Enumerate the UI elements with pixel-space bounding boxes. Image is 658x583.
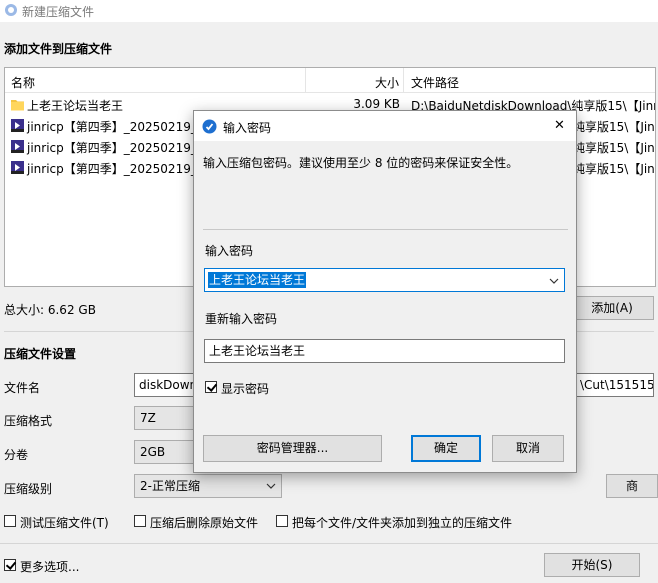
test-archive-checkbox[interactable]	[4, 515, 16, 527]
app-logo-icon	[202, 119, 217, 134]
password-selected-text: 上老王论坛当老王	[208, 272, 307, 288]
mp4-video-icon	[11, 119, 24, 132]
reenter-password-input[interactable]: 上老王论坛当老王	[204, 339, 565, 363]
format-select[interactable]: 7Z	[134, 406, 194, 430]
show-password-checkbox[interactable]	[205, 381, 217, 393]
separate-archives-label: 把每个文件/文件夹添加到独立的压缩文件	[292, 516, 513, 530]
split-label: 分卷	[4, 448, 29, 462]
dialog-message: 输入压缩包密码。建议使用至少 8 位的密码来保证安全性。	[203, 156, 519, 170]
password-combo[interactable]: 上老王论坛当老王	[204, 268, 565, 292]
filename-label: 文件名	[4, 381, 41, 395]
main-title-bar: 新建压缩文件	[0, 0, 658, 22]
more-options-checkbox[interactable]	[4, 559, 16, 571]
password-manager-button[interactable]: 密码管理器...	[203, 435, 382, 462]
close-icon[interactable]: ✕	[554, 118, 565, 133]
file-list-header: 名称 大小 文件路径	[5, 68, 655, 93]
level-select[interactable]: 2-正常压缩	[134, 474, 282, 498]
cancel-button[interactable]: 取消	[492, 435, 564, 462]
show-password-label: 显示密码	[221, 382, 270, 396]
folder-icon	[11, 100, 24, 111]
format-label: 压缩格式	[4, 414, 53, 428]
reenter-label: 重新输入密码	[205, 312, 278, 326]
test-archive-label: 测试压缩文件(T)	[20, 516, 109, 530]
delete-original-checkbox[interactable]	[134, 515, 146, 527]
password-label: 输入密码	[205, 244, 254, 258]
delete-original-label: 压缩后删除原始文件	[150, 516, 259, 530]
more-options-label: 更多选项...	[20, 560, 80, 574]
split-input[interactable]: 2GB	[134, 440, 194, 464]
level-label: 压缩级别	[4, 482, 53, 496]
settings-heading: 压缩文件设置	[4, 347, 77, 361]
separate-archives-checkbox[interactable]	[276, 515, 288, 527]
right-settings-button[interactable]: 商	[606, 474, 658, 498]
password-dialog: 输入密码 ✕ 输入压缩包密码。建议使用至少 8 位的密码来保证安全性。 输入密码…	[193, 110, 577, 473]
add-files-heading: 添加文件到压缩文件	[4, 42, 113, 56]
column-size[interactable]: 大小	[375, 74, 399, 91]
archive-app-icon	[5, 4, 17, 16]
total-size: 总大小: 6.62 GB	[4, 303, 96, 317]
window-title: 新建压缩文件	[22, 5, 95, 19]
dialog-title-bar: 输入密码 ✕	[194, 111, 576, 141]
column-path[interactable]: 文件路径	[411, 74, 459, 91]
mp4-video-icon	[11, 140, 24, 153]
column-name[interactable]: 名称	[11, 74, 35, 91]
dialog-title: 输入密码	[223, 121, 272, 135]
start-button[interactable]: 开始(S)	[544, 553, 640, 577]
chevron-down-icon[interactable]	[549, 278, 559, 284]
add-button[interactable]: 添加(A)	[570, 296, 654, 320]
mp4-video-icon	[11, 161, 24, 174]
ok-button[interactable]: 确定	[411, 435, 481, 462]
chevron-down-icon	[266, 483, 276, 489]
